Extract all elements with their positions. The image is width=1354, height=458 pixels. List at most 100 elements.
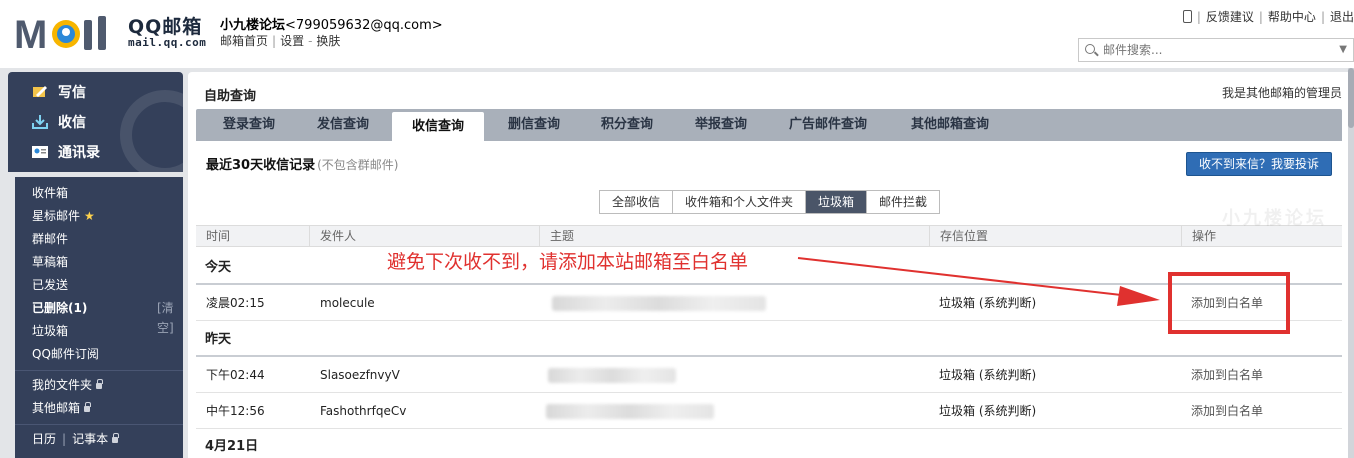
filter-inbox-folders[interactable]: 收件箱和个人文件夹 <box>673 191 807 213</box>
row-subject-redacted <box>548 368 676 383</box>
search-input[interactable] <box>1101 41 1321 59</box>
main-panel: 自助查询 我是其他邮箱的管理员 登录查询 发信查询 收信查询 删信查询 积分查询… <box>188 72 1354 458</box>
star-icon: ★ <box>84 209 95 223</box>
sidebar-divider <box>15 370 183 371</box>
notebook-link[interactable]: 记事本 <box>72 432 108 446</box>
search-icon[interactable] <box>1085 44 1095 54</box>
top-links: | 反馈建议 | 帮助中心 | 退出 <box>1182 8 1354 25</box>
sidebar-item-label: 星标邮件 <box>32 209 81 223</box>
logo-text: QQ邮箱 <box>128 16 203 38</box>
sidebar-item-other-mailboxes[interactable]: 其他邮箱 <box>32 398 92 418</box>
mailbox-home-link[interactable]: 邮箱首页 <box>220 34 268 48</box>
row-location: 垃圾箱 (系统判断) <box>939 368 1037 382</box>
tab-send-query[interactable]: 发信查询 <box>296 109 390 141</box>
tab-ad-mail-query[interactable]: 广告邮件查询 <box>768 109 888 141</box>
receive-label: 收信 <box>58 115 86 131</box>
row-subject-redacted <box>552 296 766 311</box>
sidebar-main-actions: 写信 收信 通讯录 <box>8 72 183 172</box>
column-subject[interactable]: 主题 <box>540 226 930 246</box>
clear-trash-link[interactable]: [清空] <box>157 298 183 335</box>
help-center-link[interactable]: 帮助中心 <box>1268 10 1316 24</box>
sidebar-item-group-mail[interactable]: 群邮件 <box>32 229 68 249</box>
logout-link[interactable]: 退出 <box>1330 10 1354 24</box>
contacts-button[interactable]: 通讯录 <box>32 142 100 166</box>
records-title: 最近30天收信记录 (不包含群邮件) <box>206 154 398 173</box>
sidebar-item-spam[interactable]: 垃圾箱 <box>32 321 68 341</box>
receive-button[interactable]: 收信 <box>32 112 86 136</box>
logo-url: mail.qq.com <box>128 36 207 49</box>
at-sign-decoration-icon <box>120 90 183 172</box>
mobile-phone-icon[interactable] <box>1182 10 1192 23</box>
calendar-link[interactable]: 日历 <box>32 432 56 446</box>
row-sender: SlasoezfnvyV <box>320 368 400 382</box>
user-email: <799059632@qq.com> <box>285 18 443 33</box>
watermark: 小九楼论坛 <box>1222 208 1327 229</box>
query-tabs: 登录查询 发信查询 收信查询 删信查询 积分查询 举报查询 广告邮件查询 其他邮… <box>196 109 1342 141</box>
user-links: 邮箱首页 | 设置 - 换肤 <box>220 34 341 48</box>
table-row[interactable]: 中午12:56 FashothrfqeCv 垃圾箱 (系统判断) 添加到白名单 <box>196 393 1342 429</box>
sidebar-item-drafts[interactable]: 草稿箱 <box>32 252 68 272</box>
group-label-apr21: 4月21日 <box>205 439 259 454</box>
row-time: 下午02:44 <box>206 368 265 382</box>
change-skin-link[interactable]: 换肤 <box>316 34 340 48</box>
filter-group: 全部收信 收件箱和个人文件夹 垃圾箱 邮件拦截 <box>599 190 941 214</box>
mail-logo[interactable]: M <box>14 10 126 54</box>
row-sender: FashothrfqeCv <box>320 404 407 418</box>
user-name: 小九楼论坛 <box>220 18 286 33</box>
row-subject-redacted <box>546 404 714 419</box>
settings-link[interactable]: 设置 <box>280 34 304 48</box>
header: M QQ邮箱 mail.qq.com 小九楼论坛<799059632@qq.co… <box>0 0 1354 68</box>
column-sender[interactable]: 发件人 <box>310 226 540 246</box>
scrollbar[interactable] <box>1348 68 1354 458</box>
records-title-text: 最近30天收信记录 <box>206 158 316 173</box>
tab-delete-query[interactable]: 删信查询 <box>488 109 580 141</box>
sidebar-item-label: 其他邮箱 <box>32 401 81 415</box>
sidebar-item-deleted[interactable]: 已删除(1) <box>32 298 87 318</box>
sidebar-divider <box>15 424 183 425</box>
scroll-thumb[interactable] <box>1348 68 1354 128</box>
tab-login-query[interactable]: 登录查询 <box>202 109 296 141</box>
table-row[interactable]: 下午02:44 SlasoezfnvyV 垃圾箱 (系统判断) 添加到白名单 <box>196 357 1342 393</box>
group-label-today: 今天 <box>205 260 232 275</box>
sidebar-folder-list: 收件箱 星标邮件 ★ 群邮件 草稿箱 已发送 已删除(1) [清空] 垃圾箱 QQ… <box>15 177 183 458</box>
compose-label: 写信 <box>58 85 86 101</box>
annotation-highlight-box <box>1168 272 1290 334</box>
lock-icon <box>96 379 104 389</box>
sidebar-item-my-folders[interactable]: 我的文件夹 <box>32 375 104 395</box>
column-location[interactable]: 存信位置 <box>930 226 1182 246</box>
tab-points-query[interactable]: 积分查询 <box>580 109 674 141</box>
row-location: 垃圾箱 (系统判断) <box>939 404 1037 418</box>
search-box[interactable]: ▼ <box>1078 38 1354 62</box>
lock-icon <box>112 433 120 443</box>
sidebar-item-inbox[interactable]: 收件箱 <box>32 183 68 203</box>
pencil-icon <box>33 86 47 97</box>
lock-icon <box>84 402 92 412</box>
row-time: 中午12:56 <box>206 404 265 418</box>
tab-report-query[interactable]: 举报查询 <box>674 109 768 141</box>
row-time: 凌晨02:15 <box>206 296 265 310</box>
sidebar-item-starred[interactable]: 星标邮件 ★ <box>32 206 95 226</box>
inbox-download-icon <box>32 115 48 129</box>
row-sender: molecule <box>320 296 375 310</box>
svg-text:M: M <box>14 13 47 54</box>
admin-link[interactable]: 我是其他邮箱的管理员 <box>1222 84 1342 101</box>
chevron-down-icon[interactable]: ▼ <box>1339 44 1347 55</box>
filter-spam[interactable]: 垃圾箱 <box>806 191 868 213</box>
feedback-link[interactable]: 反馈建议 <box>1206 10 1254 24</box>
group-label-yesterday: 昨天 <box>205 332 232 347</box>
complain-button[interactable]: 收不到来信？我要投诉 <box>1186 152 1332 176</box>
sidebar-item-sent[interactable]: 已发送 <box>32 275 68 295</box>
sidebar-item-subscriptions[interactable]: QQ邮件订阅 <box>32 344 99 364</box>
contacts-icon <box>32 146 48 158</box>
filter-blocked[interactable]: 邮件拦截 <box>867 191 939 213</box>
annotation-text: 避免下次收不到，请添加本站邮箱至白名单 <box>387 251 749 273</box>
column-time[interactable]: 时间 <box>196 226 310 246</box>
table-header: 时间 发件人 主题 存信位置 操作 <box>196 225 1342 247</box>
filter-all[interactable]: 全部收信 <box>600 191 674 213</box>
tab-receive-query[interactable]: 收信查询 <box>392 112 484 141</box>
sidebar-item-calendar-notes: 日历 | 记事本 <box>32 429 120 449</box>
add-to-whitelist-link[interactable]: 添加到白名单 <box>1191 393 1263 429</box>
add-to-whitelist-link[interactable]: 添加到白名单 <box>1191 357 1263 393</box>
tab-other-mailbox-query[interactable]: 其他邮箱查询 <box>888 109 1012 141</box>
compose-button[interactable]: 写信 <box>32 82 86 106</box>
